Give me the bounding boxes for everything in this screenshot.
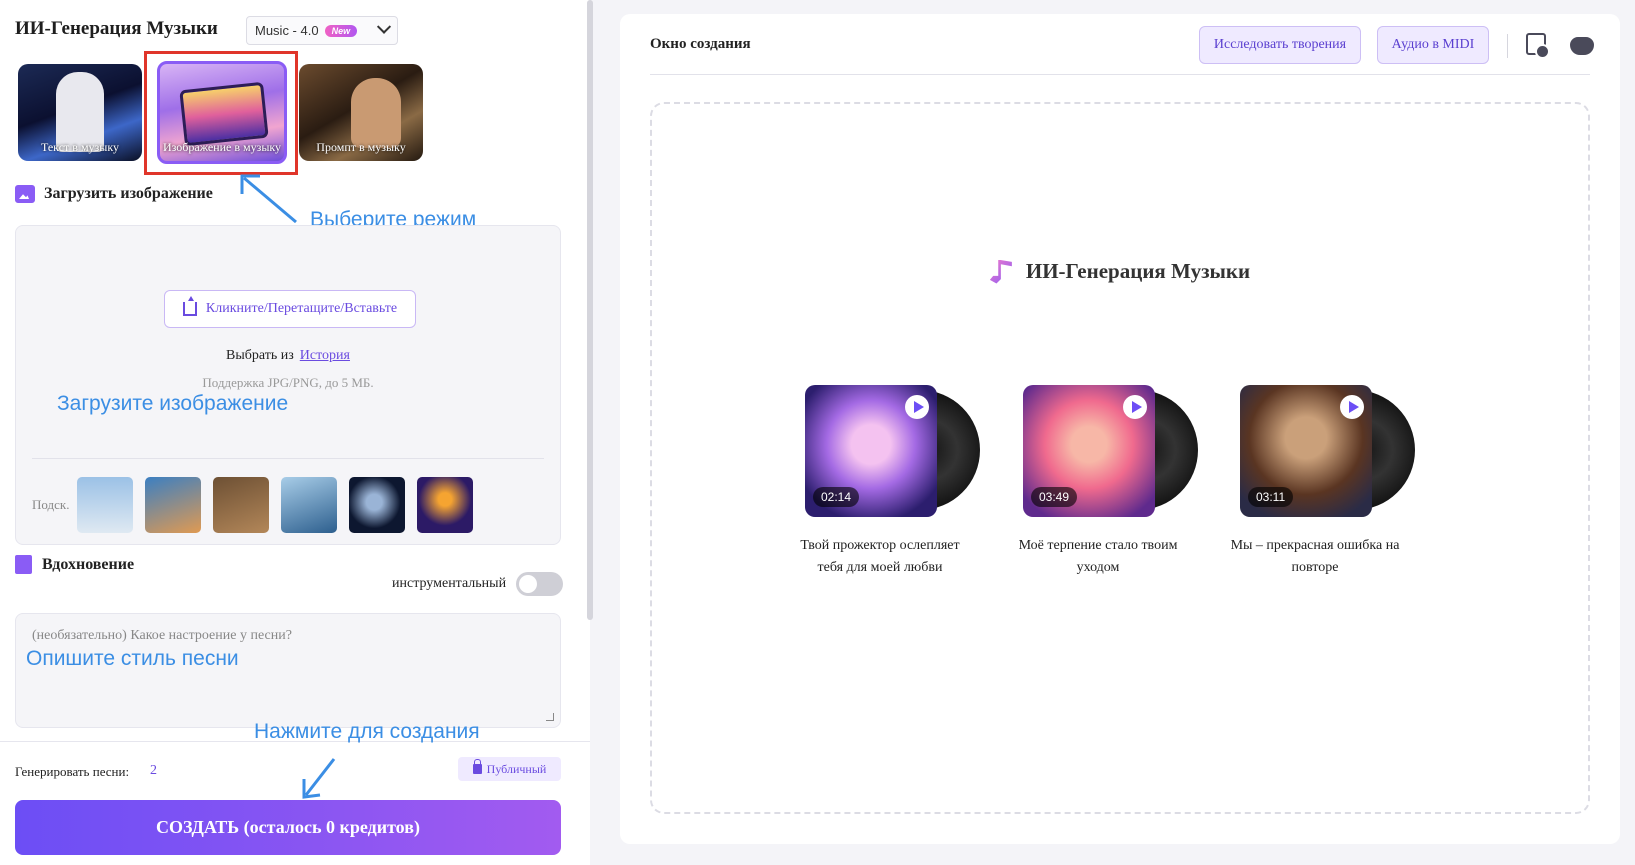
song-cover: 03:49 — [1023, 385, 1155, 517]
annotation-upload: Загрузите изображение — [57, 392, 289, 415]
mode-label: Промпт в музыку — [316, 140, 406, 154]
explore-button[interactable]: Исследовать творения — [1199, 26, 1361, 64]
song-title: Твой прожектор ослепляет тебя для моей л… — [800, 538, 960, 575]
hint-thumb-planet[interactable] — [349, 477, 406, 533]
music-note-icon — [989, 259, 1012, 284]
task-list-icon[interactable] — [1526, 33, 1550, 59]
center-title-text: ИИ-Генерация Музыки — [1025, 259, 1251, 283]
support-text: Поддержка JPG/PNG, до 5 МБ. — [202, 375, 374, 390]
mode-label: Текст в музыку — [40, 140, 120, 154]
divider — [32, 458, 544, 459]
arrow-icon — [302, 758, 336, 799]
song-duration: 03:49 — [1031, 487, 1078, 507]
generate-label: Генерировать песни: — [15, 764, 130, 779]
hint-images: Подск. — [32, 477, 485, 533]
note-edit-icon — [15, 555, 32, 574]
upload-button-label: Кликните/Перетащите/Вставьте — [205, 301, 398, 316]
song-cover: 03:11 — [1240, 385, 1372, 517]
instrumental-label: инструментальный — [392, 576, 507, 591]
song-title: Моё терпение стало твоим уходом — [1018, 538, 1178, 575]
discord-icon[interactable] — [1570, 37, 1594, 55]
song-cover: 02:14 — [805, 385, 937, 517]
generate-count[interactable]: 2 — [150, 763, 157, 779]
producer-image — [351, 78, 401, 148]
inspiration-title-text: Вдохновение — [42, 555, 135, 573]
new-badge: New — [324, 24, 358, 37]
upload-section-title: Загрузить изображение — [15, 185, 213, 203]
window-title: Окно создания — [650, 36, 751, 52]
hint-thumb-cat[interactable] — [145, 477, 202, 533]
choose-from-label: Выбрать из — [226, 348, 294, 363]
mode-text-to-music[interactable]: Текст в музыку — [18, 64, 142, 161]
upload-dropzone[interactable]: Кликните/Перетащите/Вставьте Выбрать из И… — [15, 225, 561, 545]
play-icon[interactable] — [1340, 395, 1364, 419]
hint-thumb-dog[interactable] — [213, 477, 270, 533]
inspiration-title: Вдохновение — [15, 555, 134, 574]
center-title: ИИ-Генерация Музыки — [652, 259, 1588, 284]
divider — [1507, 34, 1508, 58]
hint-thumb-girl[interactable] — [281, 477, 338, 533]
resize-grip-icon[interactable] — [546, 713, 554, 721]
play-icon[interactable] — [1123, 395, 1147, 419]
midi-button[interactable]: Аудио в MIDI — [1377, 26, 1489, 64]
instrumental-toggle[interactable] — [516, 572, 563, 596]
mode-prompt-to-music[interactable]: Промпт в музыку — [299, 64, 423, 161]
chevron-down-icon — [376, 19, 392, 34]
annotation-click-create: Нажмите для создания — [254, 720, 480, 743]
hints-label: Подск. — [32, 497, 70, 512]
divider — [650, 74, 1590, 75]
hint-thumb-duck[interactable] — [77, 477, 134, 533]
upload-icon — [182, 296, 197, 316]
generate-bar: Генерировать песни: 2 Публичный СОЗДАТЬ … — [0, 741, 590, 865]
scrollbar[interactable] — [587, 0, 593, 620]
play-icon[interactable] — [905, 395, 929, 419]
annotation-describe: Опишите стиль песни — [26, 647, 239, 670]
textarea-placeholder: (необязательно) Какое настроение у песни… — [32, 628, 292, 643]
upload-button[interactable]: Кликните/Перетащите/Вставьте — [164, 290, 416, 328]
public-label: Публичный — [486, 761, 547, 776]
lock-icon — [472, 759, 482, 774]
public-button[interactable]: Публичный — [458, 757, 561, 781]
song-duration: 02:14 — [813, 487, 860, 507]
create-button[interactable]: СОЗДАТЬ (осталось 0 кредитов) — [15, 800, 561, 855]
arrow-icon — [240, 174, 297, 224]
highlight-box — [144, 51, 298, 175]
upload-title-text: Загрузить изображение — [44, 185, 213, 202]
version-select[interactable]: Music - 4.0 New — [246, 16, 398, 45]
version-label: Music - 4.0 — [255, 23, 319, 38]
song-duration: 03:11 — [1248, 487, 1294, 507]
image-icon — [15, 185, 35, 203]
left-panel: ИИ-Генерация Музыки Music - 4.0 New Текс… — [0, 0, 590, 865]
history-line: Выбрать из История — [16, 348, 560, 364]
history-link[interactable]: История — [300, 348, 350, 363]
app-title: ИИ-Генерация Музыки — [15, 18, 218, 39]
song-title: Мы – прекрасная ошибка на повторе — [1230, 538, 1400, 575]
hint-thumb-warrior[interactable] — [417, 477, 474, 533]
